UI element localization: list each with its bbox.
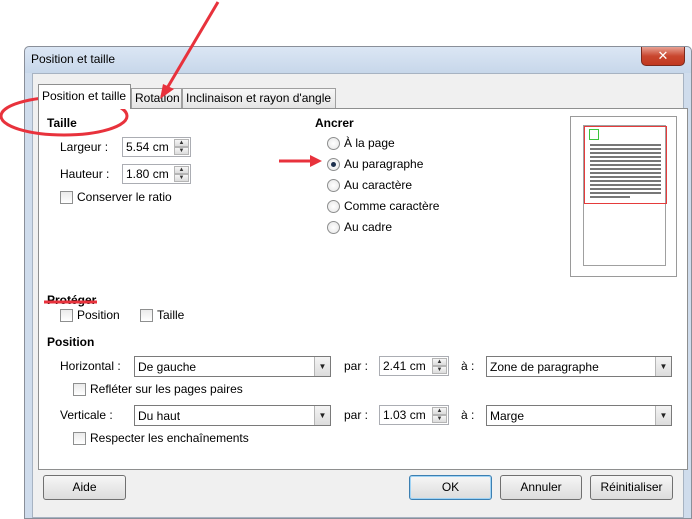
vertical-by-value: 1.03 cm [383, 408, 426, 422]
horizontal-by-spinbox[interactable]: 2.41 cm ▲ ▼ [379, 356, 449, 376]
preview-line [590, 192, 661, 194]
close-button[interactable]: ✕ [641, 47, 685, 66]
preview-line [590, 184, 661, 186]
position-preview [570, 116, 677, 277]
chevron-down-icon[interactable]: ▼ [655, 406, 671, 425]
anchor-paragraph-label: Au paragraphe [344, 157, 424, 171]
tab-panel: Taille Largeur : 5.54 cm ▲ ▼ Hauteur : 1.… [38, 108, 688, 470]
anchor-header: Ancrer [315, 116, 354, 130]
reset-button[interactable]: Réinitialiser [590, 475, 673, 500]
height-value: 1.80 cm [126, 167, 169, 181]
horizontal-by-decrement-button[interactable]: ▼ [432, 366, 447, 374]
preview-line [590, 148, 661, 150]
horizontal-by-label: par : [344, 359, 369, 373]
title-bar[interactable]: Position et taille ✕ [25, 47, 691, 73]
help-button[interactable]: Aide [43, 475, 126, 500]
horizontal-by-increment-button[interactable]: ▲ [432, 358, 447, 366]
chevron-down-icon[interactable]: ▼ [655, 357, 671, 376]
vertical-by-decrement-button[interactable]: ▼ [432, 415, 447, 423]
protect-size-label: Taille [157, 308, 185, 322]
vertical-by-increment-button[interactable]: ▲ [432, 407, 447, 415]
preview-line [590, 196, 630, 198]
preview-line [590, 156, 661, 158]
vertical-to-value: Marge [490, 409, 525, 423]
preview-line [590, 168, 661, 170]
follow-text-flow-label: Respecter les enchaînements [90, 431, 249, 445]
preview-line [590, 164, 661, 166]
height-label: Hauteur : [60, 167, 110, 181]
height-decrement-button[interactable]: ▼ [174, 174, 189, 182]
width-increment-button[interactable]: ▲ [174, 139, 189, 147]
width-value: 5.54 cm [126, 140, 169, 154]
height-spinbox[interactable]: 1.80 cm ▲ ▼ [122, 164, 191, 184]
chevron-down-icon[interactable]: ▼ [314, 406, 330, 425]
anchor-character-radio[interactable] [327, 179, 340, 192]
vertical-by-label: par : [344, 408, 369, 422]
preview-frame [589, 129, 599, 140]
preview-line [590, 176, 661, 178]
keep-ratio-checkbox[interactable] [60, 191, 73, 204]
anchor-as-character-label: Comme caractère [344, 199, 440, 213]
mirror-even-pages-label: Refléter sur les pages paires [90, 382, 243, 396]
protect-size-checkbox[interactable] [140, 309, 153, 322]
cancel-button[interactable]: Annuler [500, 475, 582, 500]
horizontal-by-value: 2.41 cm [383, 359, 426, 373]
preview-line [590, 160, 661, 162]
anchor-page-radio[interactable] [327, 137, 340, 150]
position-header: Position [47, 335, 95, 349]
protect-position-checkbox[interactable] [60, 309, 73, 322]
vertical-select[interactable]: Du haut ▼ [134, 405, 331, 426]
anchor-frame-label: Au cadre [344, 220, 393, 234]
width-decrement-button[interactable]: ▼ [174, 147, 189, 155]
mirror-even-pages-checkbox[interactable] [73, 383, 86, 396]
vertical-to-label: à : [461, 408, 475, 422]
anchor-frame-radio[interactable] [327, 221, 340, 234]
dialog-client: Position et taille Rotation Inclinaison … [32, 73, 688, 518]
dialog-window: Position et taille ✕ Position et taille … [24, 46, 692, 519]
preview-line [590, 152, 661, 154]
horizontal-label: Horizontal : [60, 359, 121, 373]
vertical-label: Verticale : [60, 408, 113, 422]
horizontal-select[interactable]: De gauche ▼ [134, 356, 331, 377]
tab-position-size[interactable]: Position et taille [38, 84, 131, 109]
size-header: Taille [47, 116, 77, 130]
anchor-page-label: À la page [344, 136, 395, 150]
horizontal-value: De gauche [138, 360, 197, 374]
width-label: Largeur : [60, 140, 109, 154]
protect-header: Protéger [47, 293, 97, 307]
preview-page [583, 125, 667, 266]
vertical-value: Du haut [138, 409, 181, 423]
vertical-by-spinbox[interactable]: 1.03 cm ▲ ▼ [379, 405, 449, 425]
preview-line [590, 172, 661, 174]
preview-line [590, 180, 661, 182]
follow-text-flow-checkbox[interactable] [73, 432, 86, 445]
anchor-paragraph-radio[interactable] [327, 158, 340, 171]
protect-position-label: Position [77, 308, 120, 322]
horizontal-to-label: à : [461, 359, 475, 373]
preview-line [590, 144, 661, 146]
preview-line [590, 188, 661, 190]
vertical-to-select[interactable]: Marge ▼ [486, 405, 672, 426]
anchor-character-label: Au caractère [344, 178, 413, 192]
ok-button[interactable]: OK [409, 475, 492, 500]
tab-slant-corner-radius[interactable]: Inclinaison et rayon d'angle [182, 88, 336, 108]
keep-ratio-label: Conserver le ratio [77, 190, 172, 204]
width-spinbox[interactable]: 5.54 cm ▲ ▼ [122, 137, 191, 157]
horizontal-to-value: Zone de paragraphe [490, 360, 599, 374]
window-title: Position et taille [31, 52, 116, 66]
chevron-down-icon[interactable]: ▼ [314, 357, 330, 376]
horizontal-to-select[interactable]: Zone de paragraphe ▼ [486, 356, 672, 377]
anchor-as-character-radio[interactable] [327, 200, 340, 213]
height-increment-button[interactable]: ▲ [174, 166, 189, 174]
tab-rotation[interactable]: Rotation [131, 88, 182, 108]
